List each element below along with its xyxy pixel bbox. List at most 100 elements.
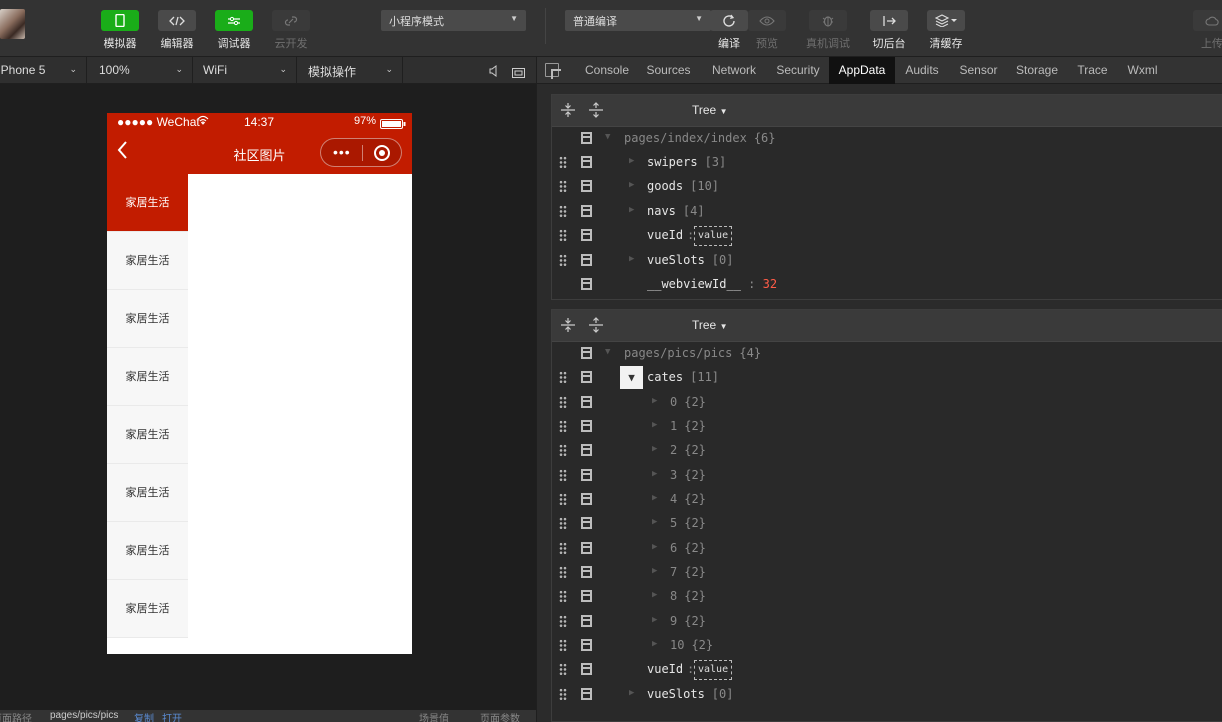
tree-row[interactable]: ▶ 3 {2}	[552, 464, 1222, 488]
drag-handle-icon[interactable]	[559, 614, 567, 628]
select-row-checkbox[interactable]	[581, 663, 592, 675]
expand-arrow-icon[interactable]: ▶	[652, 444, 657, 454]
tree-row[interactable]: ▶ 7 {2}	[552, 561, 1222, 585]
tree-row[interactable]: ▶ goods [10]	[552, 175, 1222, 199]
operation-select[interactable]: 模拟操作 ⌄	[297, 57, 403, 84]
expand-arrow-icon[interactable]: ▶	[652, 493, 657, 503]
select-row-checkbox[interactable]	[581, 541, 592, 554]
editor-button[interactable]: 编辑器	[147, 10, 207, 51]
tree-view-select[interactable]: Tree ▼	[692, 103, 728, 117]
tree-row[interactable]: ▶ 8 {2}	[552, 585, 1222, 609]
collapse-arrow-icon[interactable]: ▼	[605, 132, 610, 142]
tree-row[interactable]: ▶ vueSlots [0]	[552, 683, 1222, 707]
collapse-all-icon[interactable]	[589, 317, 603, 337]
tree-row[interactable]: vueId: value	[552, 224, 1222, 248]
select-row-checkbox[interactable]	[581, 347, 592, 359]
select-row-checkbox[interactable]	[581, 517, 592, 530]
value-input[interactable]: value	[694, 660, 733, 680]
expand-all-icon[interactable]	[561, 102, 575, 122]
close-target-icon[interactable]	[374, 145, 390, 161]
select-row-checkbox[interactable]	[581, 180, 592, 193]
collapse-arrow-icon[interactable]: ▼	[620, 366, 643, 389]
tree-root-row[interactable]: ▼ pages/pics/pics {4}	[552, 342, 1222, 366]
debugger-button[interactable]: 调试器	[204, 10, 264, 51]
category-item[interactable]: 家居生活	[107, 464, 188, 522]
tree-row[interactable]: ▶ 10 {2}	[552, 634, 1222, 658]
compile-select[interactable]: 普通编译 ▼	[565, 10, 711, 31]
select-row-checkbox[interactable]	[581, 156, 592, 168]
expand-arrow-icon[interactable]: ▶	[652, 615, 657, 625]
select-row-checkbox[interactable]	[581, 565, 592, 578]
tree-view-select[interactable]: Tree ▼	[692, 318, 728, 332]
drag-handle-icon[interactable]	[559, 444, 567, 458]
device-select[interactable]: iPhone 5 ⌄	[0, 57, 87, 84]
expand-arrow-icon[interactable]: ▶	[629, 688, 634, 698]
select-row-checkbox[interactable]	[581, 687, 592, 700]
select-row-checkbox[interactable]	[581, 278, 592, 290]
select-row-checkbox[interactable]	[581, 371, 592, 383]
expand-arrow-icon[interactable]: ▶	[652, 420, 657, 430]
select-row-checkbox[interactable]	[581, 639, 592, 651]
upload-button[interactable]: 上传	[1182, 10, 1222, 51]
category-item[interactable]: 家居生活	[107, 406, 188, 464]
preview-button[interactable]: 预览	[737, 10, 797, 51]
category-item[interactable]: 家居生活	[107, 348, 188, 406]
cloud-dev-button[interactable]: 云开发	[261, 10, 321, 51]
tree-row[interactable]: ▶ 6 {2}	[552, 537, 1222, 561]
drag-handle-icon[interactable]	[559, 419, 567, 433]
window-icon[interactable]	[512, 65, 525, 78]
mode-select[interactable]: 小程序模式 ▼	[381, 10, 526, 31]
tab-sensor[interactable]: Sensor	[950, 57, 1007, 84]
tree-number-value[interactable]: 32	[763, 277, 777, 291]
tree-row[interactable]: ▶ vueSlots [0]	[552, 249, 1222, 273]
expand-arrow-icon[interactable]: ▶	[629, 180, 634, 190]
more-dots-icon[interactable]: •••	[333, 144, 351, 160]
expand-arrow-icon[interactable]: ▶	[652, 590, 657, 600]
expand-arrow-icon[interactable]: ▶	[629, 156, 634, 166]
drag-handle-icon[interactable]	[559, 663, 567, 676]
page-params[interactable]: 页面参数	[480, 710, 520, 722]
network-select[interactable]: WiFi ⌄	[193, 57, 297, 84]
expand-arrow-icon[interactable]: ▶	[629, 254, 634, 264]
zoom-select[interactable]: 100% ⌄	[88, 57, 193, 84]
tree-root-row[interactable]: ▼ pages/index/index {6}	[552, 127, 1222, 151]
category-item[interactable]: 家居生活	[107, 174, 188, 232]
tab-security[interactable]: Security	[767, 57, 829, 84]
expand-arrow-icon[interactable]: ▶	[629, 205, 634, 215]
tree-row[interactable]: ▶ swipers [3]	[552, 151, 1222, 175]
drag-handle-icon[interactable]	[559, 590, 567, 604]
select-row-checkbox[interactable]	[581, 444, 592, 457]
tree-row[interactable]: ▶ 1 {2}	[552, 415, 1222, 439]
drag-handle-icon[interactable]	[559, 468, 567, 482]
tab-trace[interactable]: Trace	[1067, 57, 1118, 84]
drag-handle-icon[interactable]	[559, 371, 567, 384]
tree-row[interactable]: ▶ 2 {2}	[552, 439, 1222, 463]
collapse-arrow-icon[interactable]: ▼	[605, 347, 610, 357]
inspect-cursor-icon[interactable]	[545, 63, 559, 77]
category-item[interactable]: 家居生活	[107, 232, 188, 290]
tab-appdata[interactable]: AppData	[829, 57, 895, 84]
clear-cache-button[interactable]: 清缓存	[916, 10, 976, 51]
select-row-checkbox[interactable]	[581, 229, 592, 242]
drag-handle-icon[interactable]	[559, 180, 567, 194]
tab-sources[interactable]: Sources	[639, 57, 698, 84]
category-item[interactable]: 家居生活	[107, 580, 188, 638]
value-input[interactable]: value	[694, 226, 733, 247]
drag-handle-icon[interactable]	[559, 253, 567, 267]
drag-handle-icon[interactable]	[559, 687, 567, 701]
tree-row[interactable]: ▶ 0 {2}	[552, 391, 1222, 415]
select-row-checkbox[interactable]	[581, 468, 592, 481]
expand-all-icon[interactable]	[561, 317, 575, 337]
select-row-checkbox[interactable]	[581, 492, 592, 505]
drag-handle-icon[interactable]	[559, 395, 567, 409]
scene-value[interactable]: 场景值	[419, 710, 449, 722]
tree-row[interactable]: __webviewId__ : 32	[552, 273, 1222, 297]
background-button[interactable]: 切后台	[859, 10, 919, 51]
copy-link[interactable]: 复制	[134, 710, 154, 722]
tree-row[interactable]: ▶ 5 {2}	[552, 512, 1222, 536]
volume-icon[interactable]	[489, 64, 499, 77]
select-row-checkbox[interactable]	[581, 395, 592, 408]
expand-arrow-icon[interactable]: ▶	[652, 469, 657, 479]
select-row-checkbox[interactable]	[581, 419, 592, 432]
user-avatar[interactable]	[0, 9, 25, 39]
